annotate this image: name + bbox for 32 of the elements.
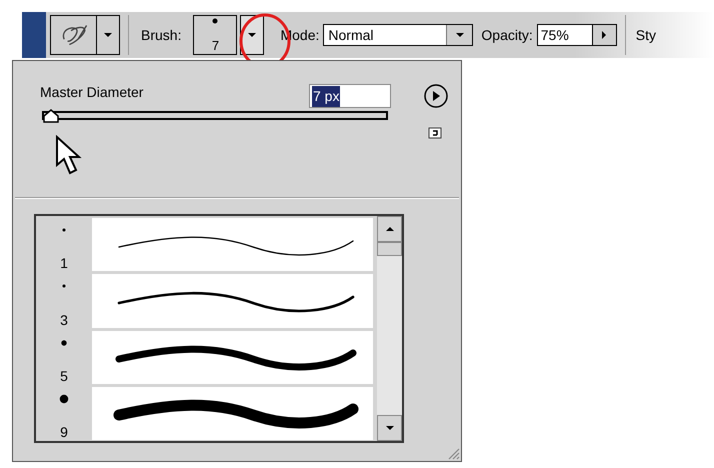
down-arrow-icon <box>384 425 394 431</box>
brush-size: 3 <box>60 312 68 326</box>
brush-size: 5 <box>60 368 68 383</box>
scrollbar[interactable] <box>377 216 402 441</box>
scroll-thumb[interactable] <box>377 242 402 256</box>
brush-label: Brush: <box>141 26 182 44</box>
new-preset-icon[interactable] <box>428 127 442 139</box>
opacity-label: Opacity: <box>481 26 533 45</box>
right-arrow-icon <box>601 30 608 40</box>
play-circle-icon[interactable] <box>423 83 449 109</box>
diameter-field[interactable]: 7 px <box>309 84 391 108</box>
style-label: Sty <box>636 26 656 45</box>
slider-thumb[interactable] <box>42 109 59 123</box>
brush-size: 7 <box>212 39 220 52</box>
mode-dropdown[interactable]: Normal <box>323 24 474 46</box>
scroll-up-button[interactable] <box>377 216 402 242</box>
brush-preview[interactable]: 7 <box>193 15 238 55</box>
diameter-label: Master Diameter <box>40 82 144 102</box>
caret-icon <box>454 32 465 38</box>
brush-size: 9 <box>60 425 68 439</box>
diameter-slider[interactable] <box>42 111 388 120</box>
up-arrow-icon <box>384 226 394 232</box>
caret-icon <box>247 32 258 38</box>
toolbar-grip <box>22 12 46 58</box>
resize-grip-icon[interactable] <box>446 446 460 460</box>
brush-tip-icon <box>212 18 218 24</box>
caret-icon <box>103 32 113 38</box>
brush-size: 1 <box>60 256 68 270</box>
scroll-down-button[interactable] <box>377 415 402 441</box>
brush-tip-icon <box>58 392 70 405</box>
opacity-field[interactable]: 75% <box>536 24 617 46</box>
tool-preset-picker[interactable] <box>50 15 120 55</box>
